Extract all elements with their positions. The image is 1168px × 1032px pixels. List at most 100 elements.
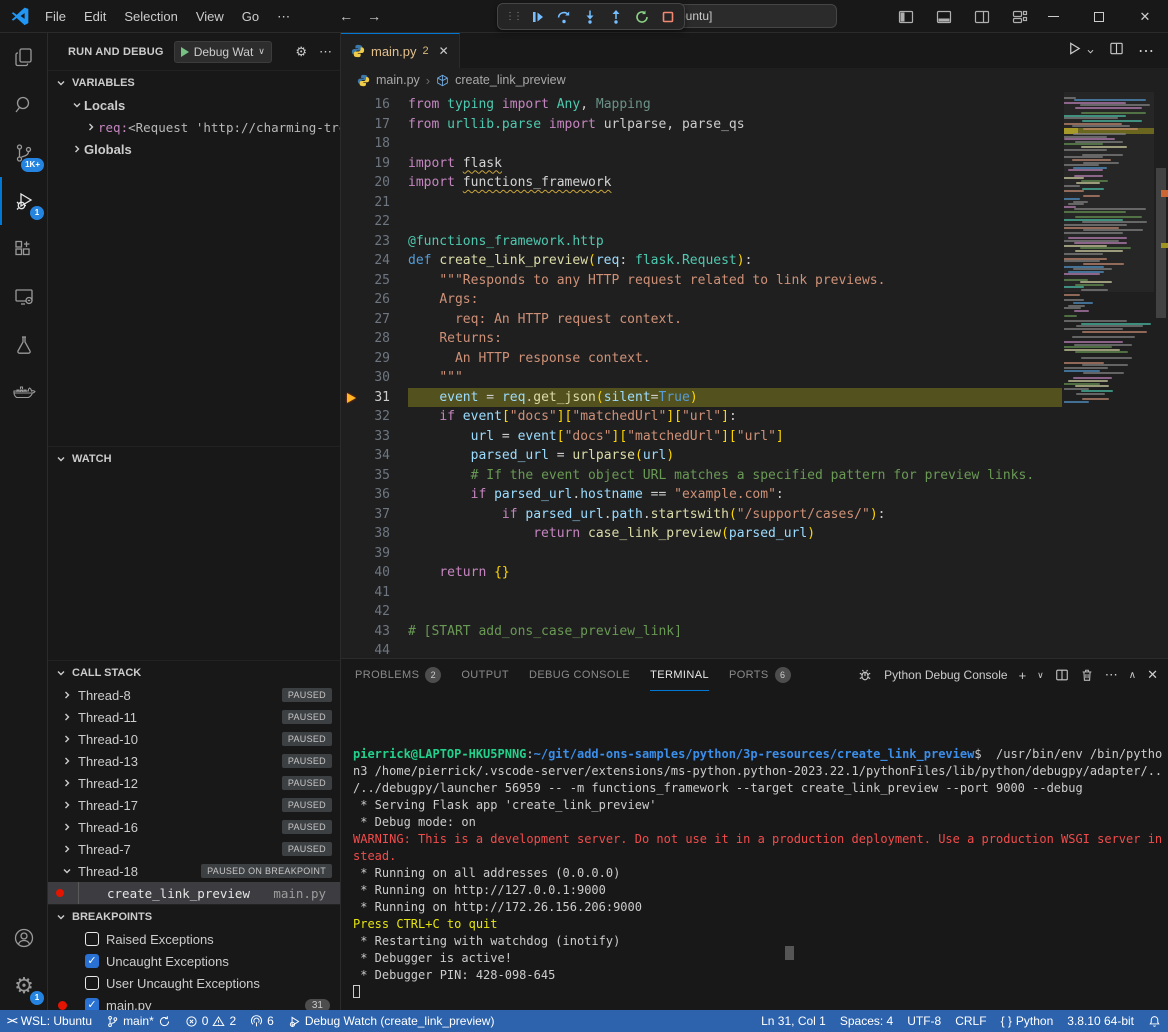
debug-settings-gear-icon[interactable]: ⚙ xyxy=(295,44,307,60)
code-editor[interactable]: 16from typing import Any, Mapping17from … xyxy=(341,92,1168,658)
docker-icon[interactable] xyxy=(0,369,48,417)
continue-button[interactable] xyxy=(526,5,550,29)
toggle-sidebar-icon[interactable] xyxy=(898,9,914,25)
line-number[interactable]: 17 xyxy=(341,115,390,135)
code-line-content[interactable]: """ xyxy=(408,368,1064,388)
panel-tab-output[interactable]: OUTPUT xyxy=(461,659,509,691)
line-number[interactable]: 34 xyxy=(341,446,390,466)
code-line-content[interactable]: return case_link_preview(parsed_url) xyxy=(408,524,1064,544)
customize-layout-icon[interactable] xyxy=(1012,9,1028,25)
code-line-content[interactable]: event = req.get_json(silent=True) xyxy=(408,388,1062,408)
code-line-content[interactable]: Args: xyxy=(408,290,1064,310)
minimize-button[interactable] xyxy=(1030,0,1076,33)
menu-edit[interactable]: Edit xyxy=(75,0,115,33)
line-number[interactable]: 35 xyxy=(341,466,390,486)
code-line[interactable]: 24def create_link_preview(req: flask.Req… xyxy=(341,251,1064,271)
kill-terminal-trash-icon[interactable] xyxy=(1080,668,1094,682)
line-number[interactable]: 25 xyxy=(341,271,390,291)
run-and-debug-icon[interactable]: 1 xyxy=(0,177,48,225)
code-line[interactable]: 18 xyxy=(341,134,1064,154)
line-number[interactable]: 40 xyxy=(341,563,390,583)
line-number[interactable]: 30 xyxy=(341,368,390,388)
sidebar-more-icon[interactable]: ⋯ xyxy=(319,44,332,60)
code-line-content[interactable]: url = event["docs"]["matchedUrl"]["url"] xyxy=(408,427,1064,447)
breadcrumb-file[interactable]: main.py xyxy=(376,73,420,87)
debug-config-dropdown[interactable]: Debug Wat ∨ xyxy=(174,41,272,63)
source-control-icon[interactable]: 1K+ xyxy=(0,129,48,177)
code-line[interactable]: 39 xyxy=(341,544,1064,564)
code-line[interactable]: 34 parsed_url = urlparse(url) xyxy=(341,446,1064,466)
code-line[interactable]: 20 import functions_framework xyxy=(341,173,1064,193)
code-line[interactable]: 30 """ xyxy=(341,368,1064,388)
testing-icon[interactable] xyxy=(0,321,48,369)
code-line-content[interactable] xyxy=(408,583,1064,603)
code-line[interactable]: 29 An HTTP response context. xyxy=(341,349,1064,369)
editor-scrollbar[interactable] xyxy=(1154,92,1168,658)
code-line[interactable]: 28 Returns: xyxy=(341,329,1064,349)
menu-selection[interactable]: Selection xyxy=(115,0,186,33)
code-line[interactable]: 42 xyxy=(341,602,1064,622)
breakpoint-checkbox[interactable] xyxy=(85,976,99,990)
maximize-button[interactable] xyxy=(1076,0,1122,33)
code-line[interactable]: 22 xyxy=(341,212,1064,232)
restart-button[interactable] xyxy=(630,5,654,29)
line-number[interactable]: 20 xyxy=(341,173,390,193)
line-number[interactable]: 37 xyxy=(341,505,390,525)
code-line[interactable]: 36 if parsed_url.hostname == "example.co… xyxy=(341,485,1064,505)
code-line-content[interactable] xyxy=(408,212,1064,232)
line-number[interactable]: 27 xyxy=(341,310,390,330)
thread-row[interactable]: Thread-12PAUSED xyxy=(48,772,340,794)
panel-tab-debug-console[interactable]: DEBUG CONSOLE xyxy=(529,659,630,691)
line-number[interactable]: 42 xyxy=(341,602,390,622)
code-line-content[interactable]: if parsed_url.path.startswith("/support/… xyxy=(408,505,1064,525)
line-number[interactable]: 22 xyxy=(341,212,390,232)
code-line-content[interactable]: from typing import Any, Mapping xyxy=(408,95,1064,115)
split-terminal-icon[interactable] xyxy=(1055,668,1069,682)
indentation[interactable]: Spaces: 4 xyxy=(833,1010,900,1032)
code-line-content[interactable] xyxy=(408,602,1064,622)
code-line-content[interactable]: import functions_framework xyxy=(408,173,1064,193)
notifications-bell-icon[interactable] xyxy=(1141,1010,1168,1032)
remote-indicator[interactable]: >< WSL: Ubuntu xyxy=(0,1010,99,1032)
terminal-dropdown-icon[interactable]: ∨ xyxy=(1037,670,1044,681)
code-line-content[interactable]: Returns: xyxy=(408,329,1064,349)
search-icon[interactable] xyxy=(0,81,48,129)
thread-row[interactable]: Thread-11PAUSED xyxy=(48,706,340,728)
line-number[interactable]: 19 xyxy=(341,154,390,174)
step-into-button[interactable] xyxy=(578,5,602,29)
breakpoint-row[interactable]: User Uncaught Exceptions xyxy=(48,972,340,994)
breakpoint-checkbox[interactable]: ✓ xyxy=(85,954,99,968)
line-number[interactable]: 16 xyxy=(341,95,390,115)
code-line[interactable]: 41 xyxy=(341,583,1064,603)
minimap[interactable] xyxy=(1064,92,1154,658)
start-debug-icon[interactable] xyxy=(181,47,189,57)
terminal-title[interactable]: Python Debug Console xyxy=(884,668,1007,682)
tab-main-py[interactable]: main.py 2 ✕ xyxy=(341,33,460,68)
line-number[interactable]: 33 xyxy=(341,427,390,447)
panel-tab-terminal[interactable]: TERMINAL xyxy=(650,659,709,691)
code-line-content[interactable]: req: An HTTP request context. xyxy=(408,310,1064,330)
panel-tab-problems[interactable]: PROBLEMS2 xyxy=(355,659,441,691)
thread-row[interactable]: Thread-18PAUSED ON BREAKPOINT xyxy=(48,860,340,882)
step-out-button[interactable] xyxy=(604,5,628,29)
line-number[interactable]: 21 xyxy=(341,193,390,213)
editor-more-icon[interactable]: ⋯ xyxy=(1138,41,1154,61)
breakpoints-header[interactable]: BREAKPOINTS xyxy=(48,904,340,928)
tab-close-icon[interactable]: ✕ xyxy=(439,44,449,58)
code-line[interactable]: 31 event = req.get_json(silent=True) xyxy=(341,388,1064,408)
thread-row[interactable]: Thread-16PAUSED xyxy=(48,816,340,838)
stack-frame-row[interactable]: create_link_previewmain.py xyxy=(48,882,340,904)
run-python-file-button[interactable] xyxy=(1067,41,1095,61)
language-mode[interactable]: { } Python xyxy=(994,1010,1061,1032)
encoding[interactable]: UTF-8 xyxy=(900,1010,948,1032)
code-line[interactable]: 37 if parsed_url.path.startswith("/suppo… xyxy=(341,505,1064,525)
thread-row[interactable]: Thread-17PAUSED xyxy=(48,794,340,816)
code-line-content[interactable]: """Responds to any HTTP request related … xyxy=(408,271,1064,291)
split-editor-icon[interactable] xyxy=(1109,41,1124,61)
code-line-content[interactable] xyxy=(408,134,1064,154)
accounts-icon[interactable] xyxy=(0,914,48,962)
globals-tree-item[interactable]: Globals xyxy=(48,138,340,160)
watch-header[interactable]: WATCH xyxy=(48,446,340,470)
line-number[interactable]: 18 xyxy=(341,134,390,154)
code-line[interactable]: 19import flask xyxy=(341,154,1064,174)
